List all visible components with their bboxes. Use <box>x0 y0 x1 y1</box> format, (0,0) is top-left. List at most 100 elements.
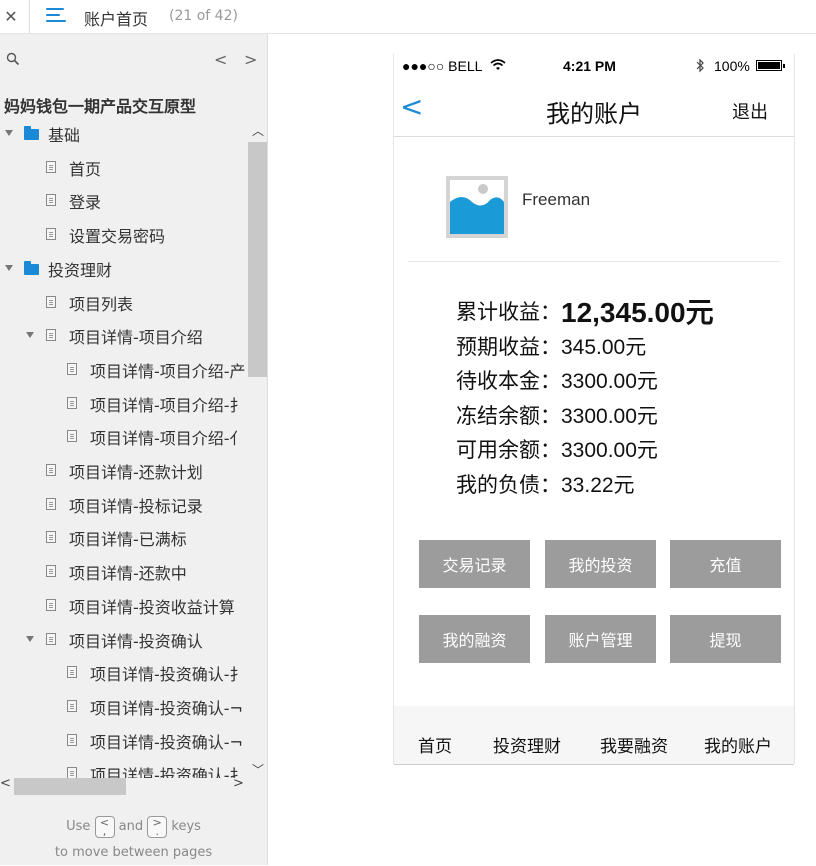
tree-item-project-intro-2[interactable]: 项目详情-项目介绍-扌 <box>0 388 248 418</box>
scrollbar-thumb[interactable] <box>248 142 267 377</box>
status-time: 4:21 PM <box>563 58 616 74</box>
tree-item-project-intro-1[interactable]: 项目详情-项目介绍-产 <box>0 354 248 384</box>
tree-item-label: 项目详情-项目介绍 <box>69 328 203 348</box>
tree-item-invest-confirm-1[interactable]: 项目详情-投资确认-扌 <box>0 657 248 687</box>
stat-label: 待收本金： <box>456 369 561 394</box>
status-bar: ●●●○○ BELL 4:21 PM 100% <box>394 54 794 78</box>
page-icon <box>46 565 56 578</box>
hint-text: to move between pages <box>54 845 213 860</box>
tree-item-set-trade-password[interactable]: 设置交易密码 <box>0 219 248 249</box>
hint-text: and <box>118 819 144 834</box>
prev-page-icon[interactable]: < <box>214 50 227 69</box>
tree-item-invest-confirm-2[interactable]: 项目详情-投资确认-¬ <box>0 691 248 721</box>
stat-label: 累计收益： <box>456 300 561 325</box>
tree-item-basic[interactable]: 基础 <box>0 118 248 148</box>
tree-item-repayment-plan[interactable]: 项目详情-还款计划 <box>0 455 248 485</box>
page-icon <box>46 228 56 241</box>
stat-row: 冻结余额： 3300.00元 <box>456 398 714 433</box>
recharge-button[interactable]: 充值 <box>670 540 781 588</box>
phone-screen: ●●●○○ BELL 4:21 PM 100% < 我的账户 退出 Freema… <box>393 54 795 765</box>
tree-item-bid-records[interactable]: 项目详情-投标记录 <box>0 489 248 519</box>
tree-item-login[interactable]: 登录 <box>0 185 248 215</box>
bluetooth-icon <box>696 58 704 73</box>
page-icon <box>46 531 56 544</box>
scroll-up-icon[interactable]: ︿ <box>252 122 264 139</box>
folder-icon <box>24 260 39 275</box>
project-title: 妈妈钱包一期产品交互原型 <box>4 97 197 116</box>
tree-item-investment[interactable]: 投资理财 <box>0 253 248 283</box>
folder-icon <box>24 126 39 140</box>
page-icon <box>46 598 56 611</box>
tree-item-label: 项目详情-投资确认-¬ <box>90 698 243 718</box>
profile-section: Freeman <box>408 137 780 262</box>
expand-arrow-icon[interactable] <box>26 635 34 642</box>
tree-item-label: 项目详情-已满标 <box>69 530 187 550</box>
withdraw-button[interactable]: 提现 <box>670 615 781 663</box>
tree-item-label: 项目详情-投标记录 <box>69 496 203 516</box>
horizontal-scrollbar[interactable]: < > <box>0 776 248 796</box>
scroll-down-icon[interactable]: ﹀ <box>252 761 264 778</box>
stat-value: 345.00元 <box>561 335 647 359</box>
search-icon[interactable] <box>6 52 20 66</box>
tree-item-label: 项目详情-投资收益计算 <box>69 597 235 617</box>
scroll-left-icon[interactable]: < <box>0 776 11 791</box>
tree-item-project-list[interactable]: 项目列表 <box>0 287 248 317</box>
stat-value: 3300.00元 <box>561 439 658 463</box>
page-icon <box>67 733 77 746</box>
account-management-button[interactable]: 账户管理 <box>545 615 656 663</box>
stat-label: 可用余额： <box>456 438 561 463</box>
stat-label: 预期收益： <box>456 334 561 359</box>
tab-investment[interactable]: 投资理财 <box>493 732 561 757</box>
image-placeholder-icon <box>450 180 504 234</box>
page-count: (21 of 42) <box>169 8 238 24</box>
page-icon <box>46 160 56 173</box>
scroll-right-icon[interactable]: > <box>233 776 244 791</box>
page-icon <box>46 329 56 342</box>
page-icon <box>46 497 56 510</box>
hamburger-icon[interactable] <box>46 8 66 24</box>
tree-item-project-intro-3[interactable]: 项目详情-项目介绍-亻 <box>0 421 248 451</box>
tree-item-fully-funded[interactable]: 项目详情-已满标 <box>0 522 248 552</box>
vertical-scrollbar[interactable]: ︿ ﹀ <box>248 118 267 778</box>
stat-row: 累计收益： 12,345.00元 <box>456 294 714 329</box>
battery-icon <box>756 60 785 71</box>
tab-my-account[interactable]: 我的账户 <box>704 732 772 757</box>
stat-row: 我的负债： 33.22元 <box>456 467 714 502</box>
close-icon[interactable]: ✕ <box>0 0 22 33</box>
stat-row: 待收本金： 3300.00元 <box>456 363 714 398</box>
page-icon <box>46 632 56 645</box>
tab-home[interactable]: 首页 <box>418 732 452 757</box>
comma-key-icon: <, <box>94 815 115 838</box>
avatar[interactable] <box>446 176 508 238</box>
expand-arrow-icon[interactable] <box>26 332 34 339</box>
tree-item-invest-confirm[interactable]: 项目详情-投资确认 <box>0 624 248 654</box>
tree-item-invest-confirm-3[interactable]: 项目详情-投资确认-¬ <box>0 725 248 755</box>
next-page-icon[interactable]: > <box>244 50 257 69</box>
tree-item-home[interactable]: 首页 <box>0 152 248 182</box>
transactions-button[interactable]: 交易记录 <box>419 540 530 588</box>
period-key-icon: >. <box>147 815 168 838</box>
stat-value: 12,345.00元 <box>561 297 714 329</box>
stat-label: 我的负债： <box>456 472 561 497</box>
scrollbar-thumb[interactable] <box>14 778 126 795</box>
tree-item-repaying[interactable]: 项目详情-还款中 <box>0 556 248 586</box>
username: Freeman <box>522 190 591 209</box>
tree-item-label: 投资理财 <box>48 260 113 280</box>
logout-button[interactable]: 退出 <box>732 98 768 124</box>
tree-item-return-calc[interactable]: 项目详情-投资收益计算 <box>0 590 248 620</box>
stat-value: 33.22元 <box>561 473 635 497</box>
battery-label: 100% <box>714 58 750 74</box>
my-investments-button[interactable]: 我的投资 <box>545 540 656 588</box>
tree-item-label: 项目详情-还款计划 <box>69 463 203 482</box>
nav-bar: < 我的账户 退出 <box>394 78 794 137</box>
page-icon <box>67 430 77 443</box>
expand-arrow-icon[interactable] <box>5 264 13 271</box>
tree-item-label: 首页 <box>69 159 102 179</box>
tree-item-label: 项目详情-投资确认-¬ <box>90 732 243 752</box>
stat-value: 3300.00元 <box>561 370 658 394</box>
tab-financing[interactable]: 我要融资 <box>600 732 668 757</box>
tree-item-project-intro[interactable]: 项目详情-项目介绍 <box>0 320 248 350</box>
expand-arrow-icon[interactable] <box>5 130 13 136</box>
tree-item-label: 项目详情-投资确认 <box>69 631 203 651</box>
my-financing-button[interactable]: 我的融资 <box>419 615 530 663</box>
